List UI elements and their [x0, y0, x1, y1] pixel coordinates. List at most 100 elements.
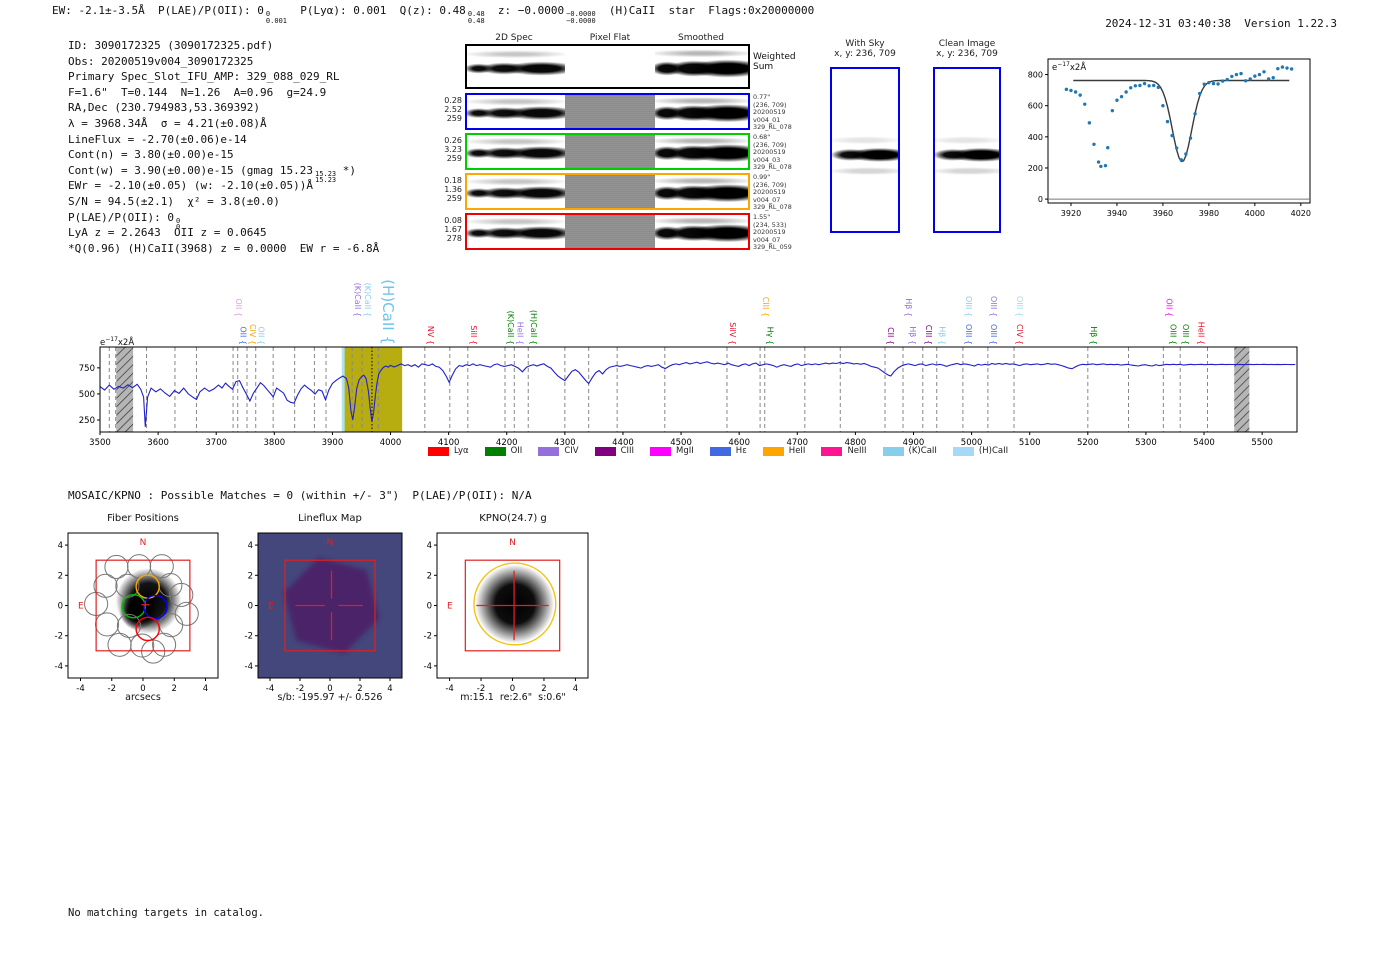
svg-text:3500: 3500 — [89, 438, 111, 448]
info-line: Cont(n) = 3.80(±0.00)e-15 — [68, 148, 234, 162]
legend-item-CIV: CIV — [538, 446, 579, 456]
line-label-Hβ: Hβ { — [908, 326, 917, 345]
detection-info-block: ID: 3090172325 (3090172325.pdf) Obs: 2020… — [68, 39, 379, 257]
svg-text:4: 4 — [573, 684, 578, 694]
legend-swatch — [650, 446, 672, 456]
cutout-row — [465, 44, 750, 89]
line-label-OIII: OIII { — [964, 324, 973, 345]
footer-line-1: No matching targets in catalog. — [68, 907, 264, 919]
legend-swatch — [594, 446, 616, 456]
spec-2d-strip — [467, 175, 565, 208]
emission-line-legend: Lyα OII CIV CIII MgII Hε HeII NeIII (K)CaII (H)Ca… — [428, 446, 1008, 456]
legend-swatch — [538, 446, 560, 456]
cutout-left-stats: 0.18 1.36 259 — [444, 176, 462, 203]
spectrum-unit-label: e−17x2Å — [100, 336, 135, 348]
legend-item-CIII: CIII — [594, 446, 634, 456]
svg-text:2: 2 — [427, 571, 432, 581]
info-line: P(LAE)/P(OII): 000 — [68, 210, 181, 232]
info-line: F=1.6" T=0.144 N=1.26 A=0.96 g=24.9 — [68, 85, 327, 99]
lineflux-map-caption: s/b: -195.97 +/- 0.526 — [277, 692, 383, 703]
svg-text:0: 0 — [1038, 195, 1043, 204]
legend-item-NeIII: NeIII — [821, 446, 867, 456]
cutout-row — [465, 173, 750, 210]
line-label-CIV: CIV { — [248, 324, 257, 345]
cutout-right-meta: 1.55" (234, 533) 20200519 v004_07 329_RL_059 — [753, 213, 792, 252]
legend-item-OII: OII — [484, 446, 522, 456]
cutout-right-meta: 0.99" (236, 709) 20200519 v004_07 329_RL_078 — [753, 173, 792, 212]
legend-item-Hε: Hε — [709, 446, 747, 456]
spec-2d-strip — [467, 135, 565, 168]
svg-text:400: 400 — [1028, 133, 1043, 142]
svg-text:2: 2 — [248, 571, 253, 581]
cutout-right-meta: 0.77" (236, 709) 20200519 v004_01 329_RL_078 — [753, 93, 792, 132]
line-label-OIII: OIII { — [1015, 296, 1024, 317]
legend-swatch — [952, 446, 974, 456]
svg-text:4000: 4000 — [380, 438, 402, 448]
svg-text:N: N — [140, 538, 147, 548]
line-label-OII: OII { — [239, 326, 248, 345]
lineflux-map-title: Lineflux Map — [298, 513, 362, 524]
line-label-CIII: CIII { — [924, 325, 933, 345]
info-line: Primary Spec_Slot_IFU_AMP: 329_088_029_R… — [68, 70, 340, 84]
svg-text:3700: 3700 — [205, 438, 227, 448]
legend-item-KCaII: (K)CaII — [882, 446, 937, 456]
line-label-Hβ: Hβ { — [1089, 326, 1098, 345]
svg-text:200: 200 — [1028, 164, 1043, 173]
svg-text:4000: 4000 — [1245, 209, 1265, 218]
svg-text:5300: 5300 — [1135, 438, 1157, 448]
svg-text:2: 2 — [172, 684, 177, 694]
legend-item-HeII: HeII — [762, 446, 805, 456]
legend-item-MgII: MgII — [650, 446, 694, 456]
report-page: EW: -2.1±-3.5Å P(LAE)/P(OII): 0 0 0.001 P(… — [0, 0, 1400, 953]
info-line: ID: 3090172325 (3090172325.pdf) — [68, 39, 274, 52]
cutout-row — [465, 213, 750, 250]
svg-text:4020: 4020 — [1291, 209, 1311, 218]
svg-text:-2: -2 — [55, 632, 63, 642]
legend-swatch — [882, 446, 904, 456]
header-metrics: EW: -2.1±-3.5Å P(LAE)/P(OII): 0 0 0.001 P(… — [52, 4, 815, 25]
spec-2d-strip — [655, 215, 748, 248]
legend-swatch — [709, 446, 731, 456]
mosaic-status: MOSAIC/KPNO : Possible Matches = 0 (with… — [68, 489, 532, 502]
info-line: λ = 3968.34Å σ = 4.21(±0.08)Å — [68, 116, 267, 130]
svg-text:-4: -4 — [55, 662, 63, 672]
svg-text:E: E — [78, 602, 84, 612]
legend-swatch — [484, 446, 506, 456]
svg-text:5500: 5500 — [1251, 438, 1273, 448]
info-line: LyA z = 2.2643 OII z = 0.0645 — [68, 226, 267, 240]
line-label-CIV: CIV { — [1015, 324, 1024, 345]
cutout-right-meta: 0.68" (236, 709) 20200519 v004_03 329_RL_078 — [753, 133, 792, 172]
svg-text:0: 0 — [427, 602, 432, 612]
fiber-positions-panel: -4-4-2-2002244 NE — [55, 532, 219, 694]
kpno-caption: m:15.1 re:2.6" s:0.6" — [460, 692, 566, 703]
sky-cutout-image — [830, 67, 900, 233]
line-label-OIII: OIII { — [964, 296, 973, 317]
line-label-OII: OII { — [1164, 298, 1173, 317]
cutout-col-header: 2D Spec — [495, 33, 533, 43]
svg-text:5400: 5400 — [1193, 438, 1215, 448]
line-label-HCaII: (H)CaII { — [529, 310, 538, 345]
spec-2d-strip — [655, 46, 748, 87]
cutout-row — [465, 133, 750, 170]
svg-text:3900: 3900 — [322, 438, 344, 448]
svg-text:4: 4 — [58, 541, 63, 551]
svg-text:4: 4 — [203, 684, 208, 694]
cutout-col-header: Pixel Flat — [589, 33, 631, 43]
info-line: LineFlux = -2.70(±0.06)e-14 — [68, 132, 247, 146]
line-label-CIII: CIII { — [761, 297, 770, 317]
line-label-KCaII: (K)CaII { — [353, 283, 362, 317]
svg-text:E: E — [447, 602, 453, 612]
svg-text:0: 0 — [248, 602, 253, 612]
info-line: S/N = 94.5(±2.1) χ² = 3.8(±0.0) — [68, 194, 280, 208]
spec-2d-strip — [467, 95, 565, 128]
spec-2d-strip — [467, 46, 565, 87]
legend-item-HCaII: (H)CaII — [952, 446, 1008, 456]
report-version: Version 1.22.3 — [1244, 17, 1337, 30]
spec-2d-strip — [565, 175, 655, 208]
cutout-row — [465, 93, 750, 130]
svg-text:3980: 3980 — [1199, 209, 1219, 218]
svg-text:600: 600 — [1028, 102, 1043, 111]
line-label-Hγ: Hγ { — [766, 327, 775, 345]
info-line: RA,Dec (230.794983,53.369392) — [68, 101, 261, 115]
svg-text:-4: -4 — [266, 684, 274, 694]
